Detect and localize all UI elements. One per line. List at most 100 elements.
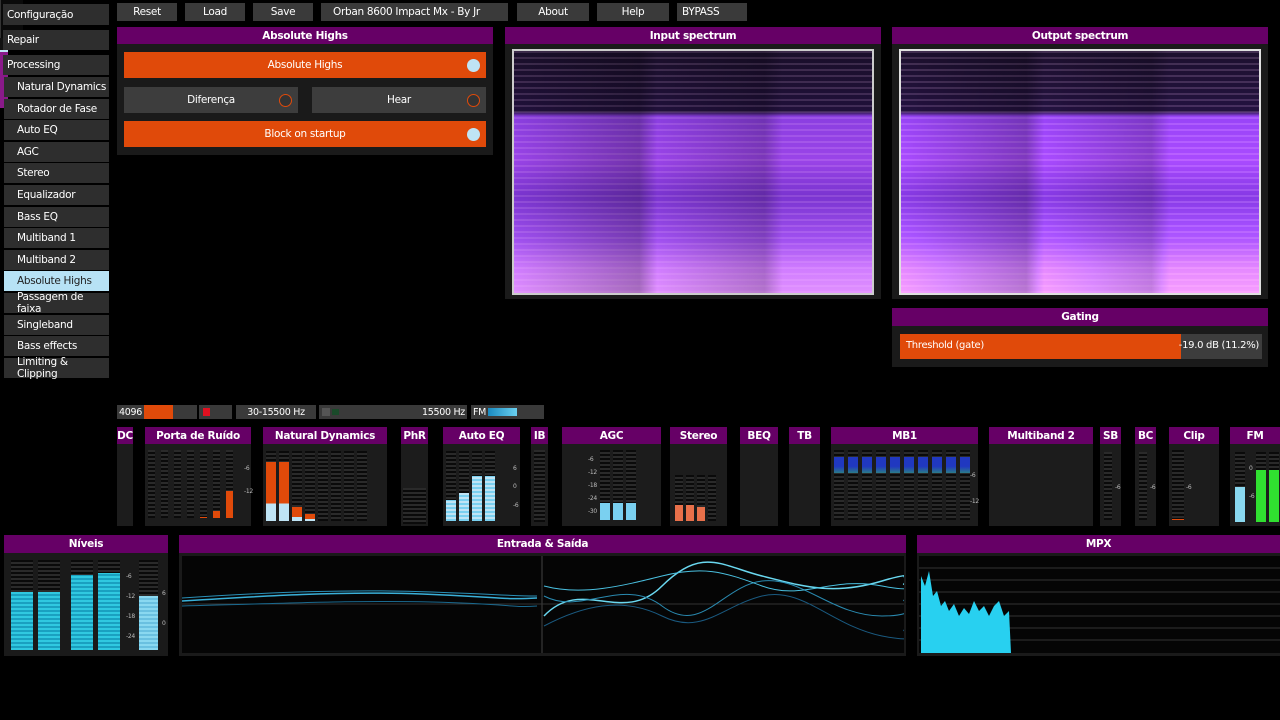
about-button[interactable]: About bbox=[517, 3, 589, 21]
porta-meter bbox=[187, 450, 194, 518]
frequency-range[interactable]: 30-15500 Hz bbox=[236, 405, 316, 419]
sidebar-item-bass-eq[interactable]: Bass EQ bbox=[4, 206, 109, 227]
meter-fill bbox=[11, 591, 33, 650]
hear-toggle[interactable]: Hear bbox=[312, 87, 486, 113]
meter-fill bbox=[266, 461, 276, 521]
phase-meter bbox=[403, 488, 426, 524]
auto-eq-meter bbox=[459, 451, 469, 521]
porta-meter bbox=[213, 450, 220, 518]
sidebar-item-multiband-2[interactable]: Multiband 2 bbox=[4, 249, 109, 270]
sidebar-item-equalizador[interactable]: Equalizador bbox=[4, 185, 109, 205]
agc-meter bbox=[626, 450, 636, 520]
module-title-12[interactable]: SB bbox=[1100, 427, 1121, 444]
module-title-11[interactable]: Multiband 2 bbox=[989, 427, 1093, 444]
fm-meter bbox=[1235, 452, 1245, 522]
sidebar-item-agc[interactable]: AGC bbox=[4, 141, 109, 162]
meter-fill bbox=[834, 457, 844, 520]
diferenca-toggle[interactable]: Diferença bbox=[124, 87, 298, 113]
natural-dynamics-meter bbox=[331, 451, 341, 521]
scale-tick: -24 bbox=[588, 495, 597, 502]
module-title-8[interactable]: BEQ bbox=[740, 427, 778, 444]
meter-fill bbox=[139, 596, 158, 650]
absolute-highs-toggle[interactable]: Absolute Highs bbox=[124, 52, 486, 78]
block-on-startup-toggle[interactable]: Block on startup bbox=[124, 121, 486, 147]
module-title-7[interactable]: Stereo bbox=[670, 427, 727, 444]
mb1-meter bbox=[862, 450, 872, 520]
meter-fill bbox=[226, 490, 233, 518]
fft-size[interactable]: 4096 bbox=[117, 405, 197, 419]
module-title-3[interactable]: PhR bbox=[401, 427, 428, 444]
sidebar-item-rotador-de-fase[interactable]: Rotador de Fase bbox=[4, 98, 109, 119]
sidebar-configuracao[interactable]: Configuração bbox=[3, 4, 109, 25]
load-button[interactable]: Load bbox=[185, 3, 245, 21]
porta-meter bbox=[174, 450, 181, 518]
led-icon bbox=[467, 93, 480, 107]
scale-tick: -6 bbox=[1186, 484, 1192, 491]
freq-label: 15500 Hz bbox=[422, 406, 465, 418]
porta-meter bbox=[226, 450, 233, 518]
mb1-meter bbox=[918, 450, 928, 520]
preset-name[interactable]: Orban 8600 Impact Mx - By Jr bbox=[321, 3, 508, 21]
porta-meter bbox=[200, 450, 207, 518]
meter-fill bbox=[305, 514, 315, 521]
module-title-0[interactable]: DC bbox=[117, 427, 133, 444]
meter-fill bbox=[946, 457, 956, 520]
module-title-10[interactable]: MB1 bbox=[831, 427, 978, 444]
sidebar-item-natural-dynamics[interactable]: Natural Dynamics bbox=[4, 77, 109, 97]
scale-tick: -12 bbox=[126, 593, 135, 600]
save-button[interactable]: Save bbox=[253, 3, 313, 21]
sidebar-item-passagem-de-faixa[interactable]: Passagem de faixa bbox=[4, 291, 109, 315]
scale-tick: -6 bbox=[1150, 484, 1156, 491]
meter-fill bbox=[960, 457, 970, 520]
meter-fill bbox=[1269, 469, 1279, 522]
reset-button[interactable]: Reset bbox=[117, 3, 177, 21]
stereo-meter bbox=[686, 475, 694, 521]
module-title-4[interactable]: Auto EQ bbox=[443, 427, 520, 444]
sidebar-processing[interactable]: Processing bbox=[3, 55, 109, 75]
scale-tick: -6 bbox=[513, 502, 519, 509]
sidebar-item-multiband-1[interactable]: Multiband 1 bbox=[4, 228, 109, 249]
help-button[interactable]: Help bbox=[597, 3, 669, 21]
meter-fill bbox=[862, 457, 872, 520]
stereo-meter bbox=[708, 475, 716, 521]
bypass-button[interactable]: BYPASS bbox=[677, 3, 747, 21]
toggle-label: Hear bbox=[387, 94, 411, 106]
natural-dynamics-meter bbox=[318, 451, 328, 521]
meter-fill bbox=[38, 592, 60, 650]
threshold-slider[interactable]: Threshold (gate) -19.0 dB (11.2%) bbox=[900, 334, 1262, 359]
output-spectrogram bbox=[899, 49, 1261, 295]
module-title-2[interactable]: Natural Dynamics bbox=[263, 427, 387, 444]
meter-fill bbox=[848, 457, 858, 520]
sb-meter bbox=[1104, 452, 1112, 520]
fft-fill bbox=[144, 405, 174, 419]
module-title-1[interactable]: Porta de Ruído bbox=[145, 427, 251, 444]
scale-tick: 0 bbox=[162, 620, 166, 627]
scale-tick: -12 bbox=[244, 488, 253, 495]
sidebar-repair[interactable]: Repair bbox=[3, 30, 109, 50]
spectrum-icon bbox=[322, 408, 330, 416]
output-spectrum-title: Output spectrum bbox=[892, 27, 1268, 44]
sidebar-item-stereo[interactable]: Stereo bbox=[4, 163, 109, 184]
fm-meter-green bbox=[1256, 452, 1266, 522]
scale-tick: -18 bbox=[126, 613, 135, 620]
module-title-6[interactable]: AGC bbox=[562, 427, 661, 444]
toggle-label: Absolute Highs bbox=[267, 59, 343, 71]
module-title-14[interactable]: Clip bbox=[1169, 427, 1219, 444]
module-title-5[interactable]: IB bbox=[531, 427, 548, 444]
scale-tick: -12 bbox=[970, 498, 979, 505]
fm-meter-green bbox=[1269, 452, 1279, 522]
module-title-15[interactable]: FM bbox=[1230, 427, 1280, 444]
scale-tick: -18 bbox=[588, 482, 597, 489]
sidebar-item-bass-effects[interactable]: Bass effects bbox=[4, 336, 109, 357]
sidebar-item-limiting-clipping[interactable]: Limiting & Clipping bbox=[4, 356, 109, 380]
mb1-meter bbox=[890, 450, 900, 520]
scale-tick: -6 bbox=[1115, 484, 1121, 491]
meter-fill bbox=[1235, 487, 1245, 522]
meter-fill bbox=[675, 504, 683, 521]
module-title-9[interactable]: TB bbox=[789, 427, 820, 444]
sidebar-item-singleband[interactable]: Singleband bbox=[4, 314, 109, 335]
sidebar-item-auto-eq[interactable]: Auto EQ bbox=[4, 120, 109, 141]
sidebar-item-absolute-highs[interactable]: Absolute Highs bbox=[4, 271, 109, 292]
module-title-13[interactable]: BC bbox=[1135, 427, 1156, 444]
meter-fill bbox=[459, 493, 469, 521]
